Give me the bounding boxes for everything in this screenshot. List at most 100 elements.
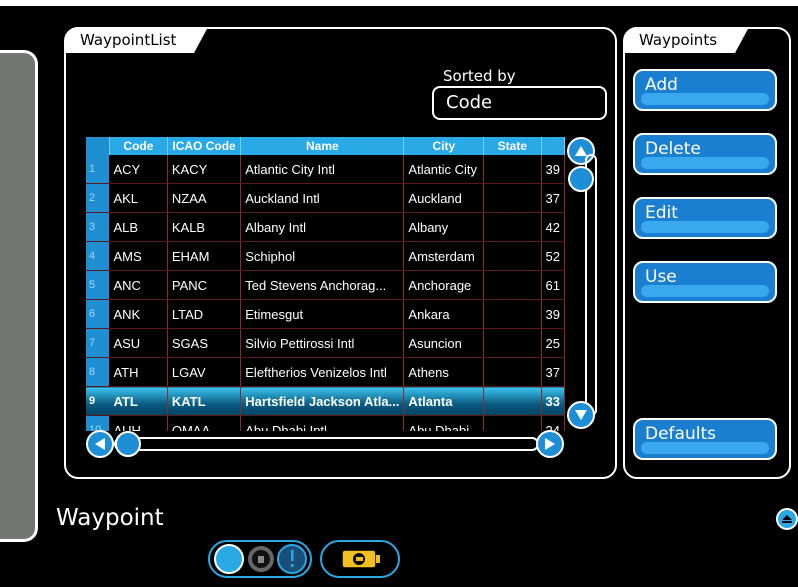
city-cell: Atlanta <box>403 386 485 416</box>
icao-cell: KALB <box>167 212 242 242</box>
horizontal-scrollbar[interactable] <box>114 437 539 451</box>
city-cell: Amsterdam <box>403 241 485 271</box>
scroll-down-button[interactable] <box>567 401 595 429</box>
row-index: 10 <box>86 415 110 431</box>
table-row[interactable]: 10 AUH OMAA Abu Dhabi Intl Abu Dhabi 24 <box>86 415 565 431</box>
battery-icon <box>341 549 380 569</box>
vertical-scroll-thumb[interactable] <box>568 166 594 192</box>
status-indicator-group[interactable] <box>208 540 312 578</box>
table-row[interactable]: 7 ASU SGAS Silvio Pettirossi Intl Asuncion 25 <box>86 328 565 358</box>
icao-cell: OMAA <box>167 415 242 431</box>
table-row[interactable]: 3 ALB KALB Albany Intl Albany 42 <box>86 212 565 242</box>
arrow-down-icon <box>575 410 587 420</box>
extra-cell: 25 <box>541 328 565 358</box>
edit-button-label: Edit <box>645 203 678 223</box>
name-cell: Hartsfield Jackson Atla... <box>240 386 405 416</box>
extra-cell: 61 <box>541 270 565 300</box>
code-cell: AKL <box>109 183 168 213</box>
extra-cell: 52 <box>541 241 565 271</box>
name-cell: Atlantic City Intl <box>240 155 405 184</box>
warning-status-icon <box>277 544 307 574</box>
name-cell: Albany Intl <box>240 212 405 242</box>
city-cell: Albany <box>403 212 485 242</box>
name-cell: Eleftherios Venizelos Intl <box>240 357 405 387</box>
table-header-row: Code ICAO Code Name City State <box>86 137 565 155</box>
city-cell: Anchorage <box>403 270 485 300</box>
name-cell: Abu Dhabi Intl <box>240 415 405 431</box>
code-cell: AUH <box>109 415 168 431</box>
extra-cell: 37 <box>541 357 565 387</box>
vertical-scrollbar[interactable] <box>585 154 597 416</box>
sorted-by-label: Sorted by <box>443 67 516 85</box>
arrow-right-icon <box>545 438 555 450</box>
icao-cell: PANC <box>167 270 242 300</box>
city-cell: Asuncion <box>403 328 485 358</box>
horizontal-scroll-thumb[interactable] <box>115 431 141 457</box>
waypoints-tab: Waypoints <box>625 27 750 53</box>
extra-cell: 24 <box>541 415 565 431</box>
scroll-left-button[interactable] <box>86 430 114 458</box>
table-row[interactable]: 9 ATL KATL Hartsfield Jackson Atla... Atlant… <box>86 386 565 416</box>
table-row[interactable]: 2 AKL NZAA Auckland Intl Auckland 37 <box>86 183 565 213</box>
code-cell: ATH <box>109 357 168 387</box>
delete-button[interactable]: Delete <box>633 133 777 175</box>
row-index: 9 <box>86 386 110 416</box>
column-header-state[interactable]: State <box>483 137 542 155</box>
icao-cell: KATL <box>167 386 242 416</box>
waypoint-table: Code ICAO Code Name City State 1 ACY KACY A… <box>86 137 565 431</box>
name-cell: Schiphol <box>240 241 405 271</box>
top-bar <box>0 0 798 6</box>
table-row[interactable]: 5 ANC PANC Ted Stevens Anchorag... Anchorage… <box>86 270 565 300</box>
page-title: Waypoint <box>56 505 164 531</box>
defaults-button[interactable]: Defaults <box>633 418 777 460</box>
code-cell: ASU <box>109 328 168 358</box>
row-index: 4 <box>86 241 110 271</box>
table-row[interactable]: 4 AMS EHAM Schiphol Amsterdam 52 <box>86 241 565 271</box>
code-cell: ANC <box>109 270 168 300</box>
use-button[interactable]: Use <box>633 261 777 303</box>
extra-cell: 37 <box>541 183 565 213</box>
chevron-up-icon <box>782 515 792 523</box>
extra-cell: 33 <box>541 386 565 416</box>
state-cell <box>483 415 542 431</box>
state-cell <box>483 328 542 358</box>
row-index: 3 <box>86 212 110 242</box>
left-side-panel[interactable] <box>0 50 38 542</box>
city-cell: Athens <box>403 357 485 387</box>
row-index: 1 <box>86 155 110 184</box>
collapse-button[interactable] <box>776 508 798 530</box>
state-cell <box>483 357 542 387</box>
column-header-name[interactable]: Name <box>240 137 405 155</box>
state-cell <box>483 155 542 184</box>
name-cell: Silvio Pettirossi Intl <box>240 328 405 358</box>
battery-indicator[interactable] <box>320 540 400 578</box>
scroll-right-button[interactable] <box>536 430 564 458</box>
defaults-button-label: Defaults <box>645 424 716 444</box>
sorted-by-select[interactable]: Code <box>432 86 607 120</box>
column-header-extra[interactable] <box>541 137 565 155</box>
name-cell: Auckland Intl <box>240 183 405 213</box>
row-index: 6 <box>86 299 110 329</box>
code-cell: ALB <box>109 212 168 242</box>
waypoint-list-tab: WaypointList <box>66 27 209 53</box>
name-cell: Etimesgut <box>240 299 405 329</box>
column-header-icao[interactable]: ICAO Code <box>167 137 242 155</box>
icao-cell: NZAA <box>167 183 242 213</box>
row-index: 7 <box>86 328 110 358</box>
column-header-code[interactable]: Code <box>109 137 168 155</box>
icao-cell: KACY <box>167 155 242 184</box>
table-row[interactable]: 8 ATH LGAV Eleftherios Venizelos Intl Athens… <box>86 357 565 387</box>
table-row[interactable]: 1 ACY KACY Atlantic City Intl Atlantic City 3… <box>86 155 565 184</box>
add-button[interactable]: Add <box>633 69 777 111</box>
state-cell <box>483 183 542 213</box>
edit-button[interactable]: Edit <box>633 197 777 239</box>
connection-status-icon <box>214 544 244 574</box>
code-cell: AMS <box>109 241 168 271</box>
extra-cell: 42 <box>541 212 565 242</box>
waypoint-list-panel: WaypointList Sorted by Code Code ICAO Co… <box>64 27 617 479</box>
column-header-city[interactable]: City <box>403 137 485 155</box>
lock-status-icon <box>246 544 276 574</box>
icao-cell: SGAS <box>167 328 242 358</box>
table-row[interactable]: 6 ANK LTAD Etimesgut Ankara 39 <box>86 299 565 329</box>
code-cell: ACY <box>109 155 168 184</box>
